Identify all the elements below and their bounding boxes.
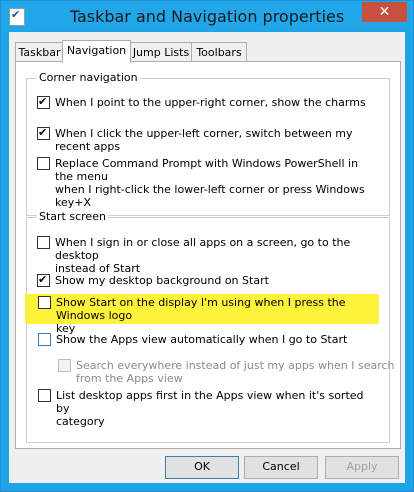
window-title: Taskbar and Navigation properties [69,7,345,26]
show-charms-checkbox[interactable] [37,95,50,109]
corner-navigation-title: Corner navigation [37,71,140,84]
tab-navigation[interactable]: Navigation [62,40,131,63]
search-everywhere-line2: from the Apps view [76,372,183,385]
show-start-display-line1: Show Start on the display I'm using when… [56,296,346,322]
apps-view-automatically-checkbox[interactable] [38,333,51,346]
show-charms-label: When I point to the upper-right corner, … [55,96,366,109]
list-desktop-apps-line1: List desktop apps first in the Apps view… [56,389,364,415]
show-start-on-display-checkbox[interactable] [38,296,51,309]
desktop-background-checkbox[interactable] [37,273,50,287]
apps-view-automatically-label: Show the Apps view automatically when I … [56,333,348,346]
show-start-on-display-label: Show Start on the display I'm using when… [56,296,376,335]
corner-navigation-group: Corner navigation When I point to the up… [26,71,390,216]
go-to-desktop-line1: When I sign in or close all apps on a sc… [55,236,351,262]
tab-jump-lists[interactable]: Jump Lists [129,42,193,63]
list-desktop-apps-line2: category [56,415,105,428]
search-everywhere-checkbox[interactable] [58,359,71,372]
tab-toolbars[interactable]: Toolbars [191,42,247,63]
list-desktop-apps-first-label: List desktop apps first in the Apps view… [56,389,376,428]
tab-taskbar[interactable]: Taskbar [15,42,64,63]
search-everywhere-label: Search everywhere instead of just my app… [76,359,396,385]
title-bar: Taskbar and Navigation properties ✕ [1,1,413,31]
replace-with-powershell-checkbox[interactable] [37,157,50,170]
apply-button[interactable]: Apply [325,456,399,479]
powershell-label-line2: when I right-click the lower-left corner… [55,183,365,209]
start-screen-title: Start screen [37,210,108,223]
go-to-desktop-checkbox[interactable] [37,236,50,249]
search-everywhere-line1: Search everywhere instead of just my app… [76,359,395,372]
close-button[interactable]: ✕ [362,2,407,22]
cancel-button[interactable]: Cancel [244,456,318,479]
switch-recent-apps-checkbox[interactable] [37,126,50,140]
go-to-desktop-label: When I sign in or close all apps on a sc… [55,236,375,275]
replace-with-powershell-label: Replace Command Prompt with Windows Powe… [55,157,375,209]
powershell-label-line1: Replace Command Prompt with Windows Powe… [55,157,359,183]
switch-recent-apps-label: When I click the upper-left corner, swit… [55,127,353,153]
ok-button[interactable]: OK [165,456,239,479]
list-desktop-apps-first-checkbox[interactable] [38,389,51,402]
desktop-background-label: Show my desktop background on Start [55,274,269,287]
